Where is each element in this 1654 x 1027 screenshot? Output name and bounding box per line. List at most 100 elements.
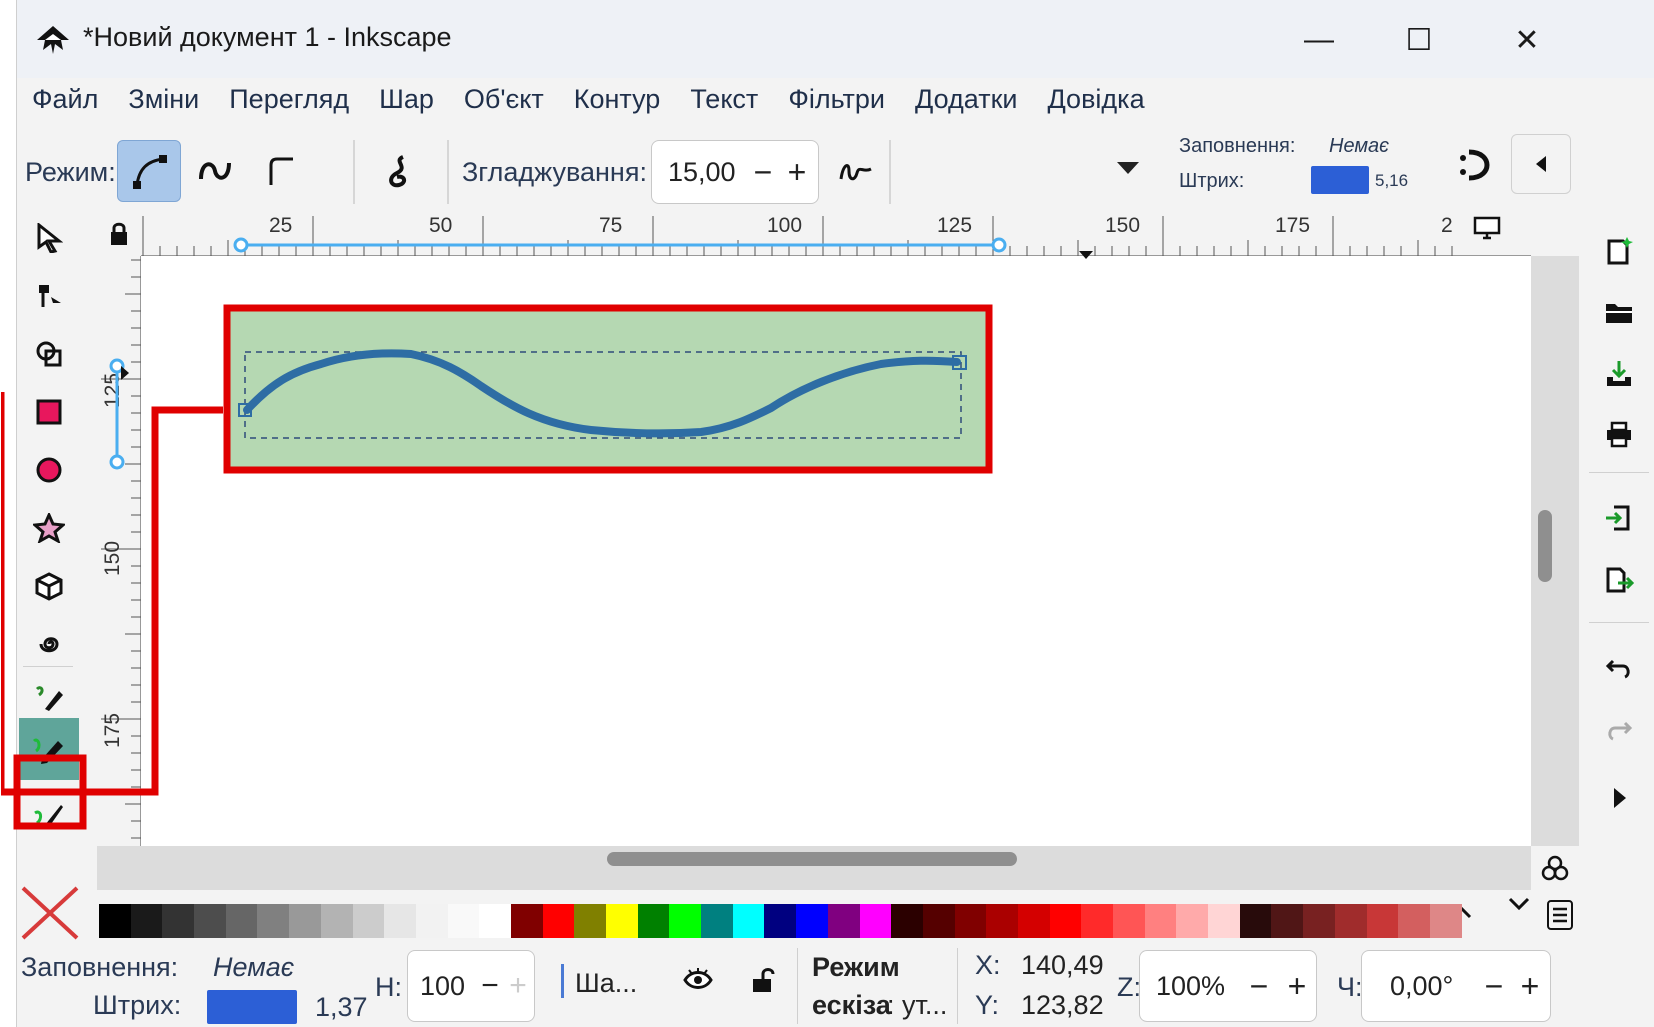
palette-swatch[interactable]	[1239, 904, 1272, 938]
palette-swatch[interactable]	[574, 904, 606, 938]
palette-swatch[interactable]	[479, 904, 511, 938]
palette-swatch[interactable]	[1334, 904, 1367, 938]
layer-lock-toggle[interactable]	[751, 966, 777, 1001]
palette-swatch[interactable]	[384, 904, 416, 938]
spiral-tool[interactable]	[27, 622, 71, 666]
palette-swatch[interactable]	[606, 904, 638, 938]
smoothing-value[interactable]: 15,00	[652, 157, 746, 188]
palette-swatch[interactable]	[827, 904, 860, 938]
palette-swatch[interactable]	[194, 904, 226, 938]
rotation-value[interactable]: 0,00°	[1362, 971, 1476, 1002]
layer-visibility-toggle[interactable]	[683, 966, 713, 999]
bspline-mode-button[interactable]	[249, 140, 313, 202]
menu-extensions[interactable]: Додатки	[915, 84, 1017, 124]
drawing-canvas[interactable]	[141, 256, 1531, 846]
palette-swatch[interactable]	[1303, 904, 1335, 938]
display-mode-toggle[interactable]	[1465, 210, 1509, 246]
star-tool[interactable]	[27, 506, 71, 550]
horizontal-scroll-thumb[interactable]	[607, 852, 1017, 866]
palette-swatch[interactable]	[796, 904, 828, 938]
menu-file[interactable]: Файл	[32, 84, 98, 124]
stroke-color-swatch[interactable]	[207, 990, 297, 1024]
opacity-value[interactable]: 100	[408, 971, 476, 1002]
menu-edit[interactable]: Зміни	[128, 84, 199, 124]
bezier-mode-button[interactable]	[117, 140, 181, 202]
palette-swatch[interactable]	[542, 904, 575, 938]
close-button[interactable]: ✕	[1487, 12, 1567, 68]
smoothing-spinbox[interactable]: 15,00 − +	[651, 140, 819, 204]
palette-swatch[interactable]	[1398, 904, 1430, 938]
selector-tool[interactable]	[27, 216, 71, 260]
menu-object[interactable]: Об'єкт	[464, 84, 544, 124]
tweak-tool[interactable]	[27, 332, 71, 376]
maximize-button[interactable]: ☐	[1379, 12, 1459, 68]
palette-swatch[interactable]	[922, 904, 955, 938]
palette-scroll-down[interactable]	[1507, 896, 1531, 917]
palette-swatch[interactable]	[986, 904, 1018, 938]
new-document-button[interactable]	[1597, 228, 1641, 272]
pressure-button[interactable]	[823, 140, 887, 202]
vertical-scroll-thumb[interactable]	[1538, 510, 1552, 582]
palette-swatch[interactable]	[352, 904, 385, 938]
palette-swatch[interactable]	[954, 904, 987, 938]
menu-layer[interactable]: Шар	[379, 84, 434, 124]
node-tool[interactable]	[27, 274, 71, 318]
palette-swatch[interactable]	[510, 904, 543, 938]
menu-filters[interactable]: Фільтри	[788, 84, 885, 124]
pen-tool[interactable]	[27, 676, 71, 720]
stroke-color-swatch-top[interactable]	[1311, 166, 1369, 194]
guide-lock-toggle[interactable]	[97, 212, 141, 256]
calligraphy-tool[interactable]	[27, 792, 71, 836]
palette-swatch[interactable]	[320, 904, 353, 938]
snap-toggle[interactable]	[1457, 148, 1491, 187]
undo-button[interactable]	[1597, 646, 1641, 690]
palette-swatch[interactable]	[1429, 904, 1462, 938]
no-paint-icon[interactable]	[19, 884, 81, 942]
rotate-ccw-button[interactable]: −	[1476, 968, 1512, 1005]
palette-swatch[interactable]	[1113, 904, 1145, 938]
palette-swatch[interactable]	[859, 904, 892, 938]
import-button[interactable]	[1597, 496, 1641, 540]
rectangle-tool[interactable]	[27, 390, 71, 434]
palette-swatch[interactable]	[764, 904, 797, 938]
palette-swatch[interactable]	[130, 904, 163, 938]
zoom-spinbox[interactable]: 100% − +	[1139, 950, 1317, 1022]
menu-view[interactable]: Перегляд	[229, 84, 349, 124]
redo-button[interactable]	[1597, 708, 1641, 752]
vertical-ruler[interactable]: 125 150 175	[97, 256, 141, 846]
palette-swatch[interactable]	[1017, 904, 1050, 938]
palette-swatch[interactable]	[257, 904, 290, 938]
smoothing-decrement-button[interactable]: −	[746, 154, 780, 191]
palette-swatch[interactable]	[447, 904, 480, 938]
pencil-tool[interactable]	[19, 718, 79, 780]
spiro-mode-button[interactable]	[183, 140, 247, 202]
open-button[interactable]	[1597, 290, 1641, 334]
zoom-out-button[interactable]: −	[1240, 968, 1278, 1005]
menu-text[interactable]: Текст	[690, 84, 758, 124]
rotation-spinbox[interactable]: 0,00° − +	[1361, 950, 1551, 1022]
layer-dropdown[interactable]: Ша...	[575, 968, 637, 999]
menu-path[interactable]: Контур	[574, 84, 661, 124]
palette-swatches[interactable]	[99, 904, 1462, 938]
shape-button[interactable]	[367, 140, 431, 202]
palette-menu-button[interactable]	[1547, 900, 1573, 935]
palette-swatch[interactable]	[891, 904, 923, 938]
rotate-cw-button[interactable]: +	[1512, 968, 1548, 1005]
palette-swatch[interactable]	[637, 904, 670, 938]
opacity-increment[interactable]: +	[504, 969, 532, 1003]
palette-swatch[interactable]	[415, 904, 448, 938]
more-commands-button[interactable]	[1597, 776, 1641, 820]
palette-swatch[interactable]	[1366, 904, 1399, 938]
palette-swatch[interactable]	[701, 904, 733, 938]
palette-swatch[interactable]	[1081, 904, 1113, 938]
ellipse-tool[interactable]	[27, 448, 71, 492]
palette-swatch[interactable]	[1144, 904, 1177, 938]
export-button[interactable]	[1597, 558, 1641, 602]
palette-swatch[interactable]	[1271, 904, 1304, 938]
opacity-decrement[interactable]: −	[476, 969, 504, 1003]
fill-value[interactable]: Немає	[213, 952, 294, 983]
3d-box-tool[interactable]	[27, 564, 71, 608]
palette-swatch[interactable]	[162, 904, 195, 938]
palette-swatch[interactable]	[732, 904, 765, 938]
palette-swatch[interactable]	[1176, 904, 1209, 938]
